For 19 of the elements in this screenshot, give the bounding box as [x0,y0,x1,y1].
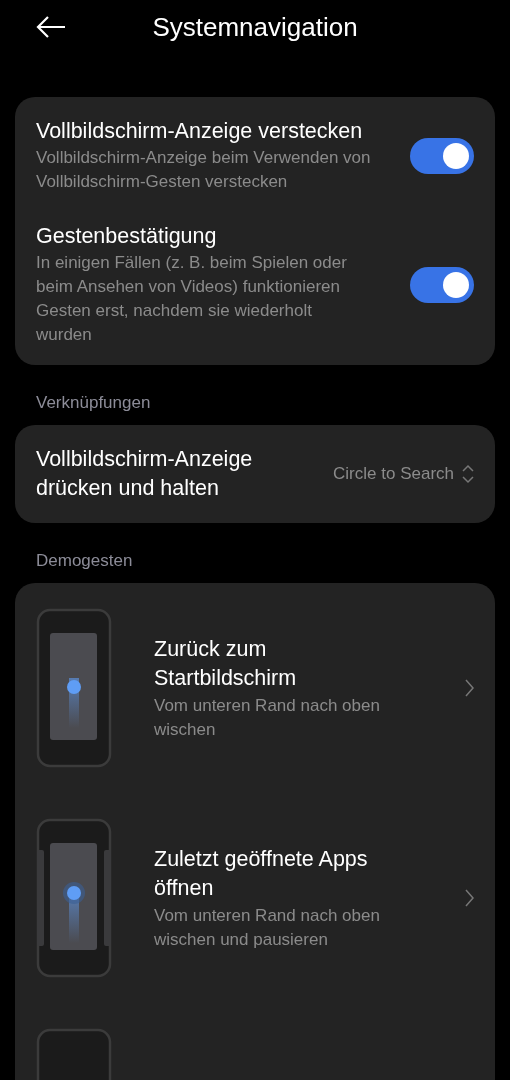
back-button[interactable] [36,15,66,39]
selected-value[interactable]: Circle to Search [333,464,454,484]
chevron-right-icon[interactable] [465,679,474,697]
setting-description: Vollbildschirm-Anzeige beim Verwenden von Vollbildschirm-Gesten verstecken [36,147,371,193]
setting-title: Gestenbestätigung [36,223,218,250]
up-down-chevron-icon [462,464,474,484]
section-label: Demogesten [36,551,133,570]
setting-title: Vollbildschirm-Anzeige drücken und halten [36,446,254,502]
gesture-description: Vom unteren Rand nach oben wischen und pausieren [154,904,381,951]
gesture-title: Zurück zum Startbildschirm [154,635,298,692]
gesture-description: Vom unteren Rand nach oben wischen [154,694,381,741]
section-label: Verknüpfungen [36,393,151,412]
setting-description: In einigen Fällen (z. B. beim Spielen oder beim Ansehen von Videos) funktionieren Gesten erst, nachdem sie wiederholt wurden [36,252,348,346]
toggle-switch[interactable] [410,137,474,174]
setting-title: Vollbildschirm-Anzeige verstecken [36,118,364,145]
gesture-title: Zuletzt geöffnete Apps öffnen [154,845,369,902]
chevron-right-icon[interactable] [465,889,474,907]
toggle-switch[interactable] [410,266,474,303]
screen-title: Systemnavigation [152,11,358,43]
